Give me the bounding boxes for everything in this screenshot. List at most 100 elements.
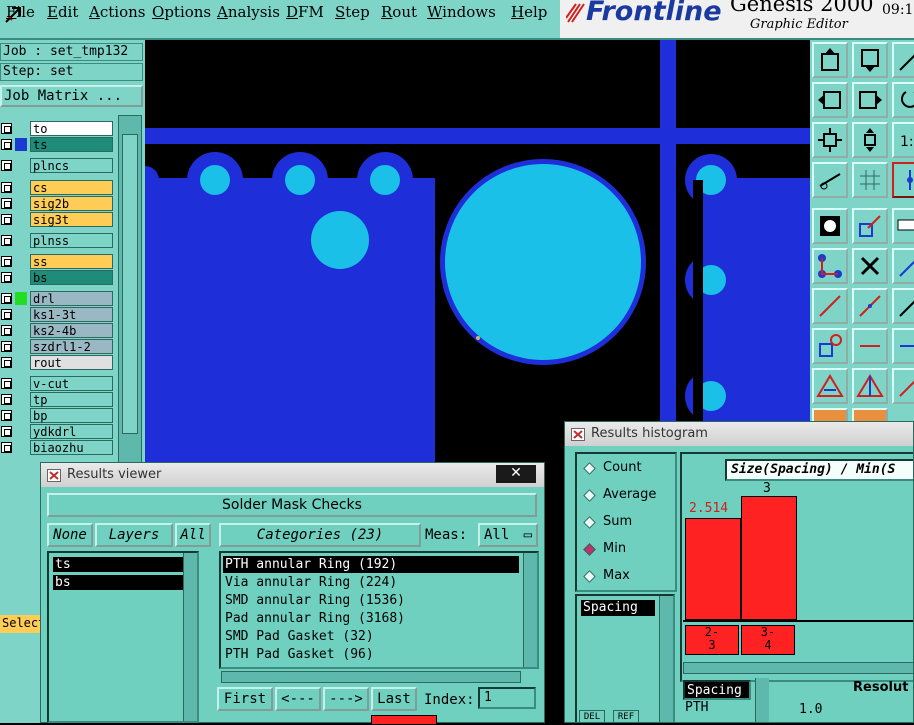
layer-checkbox[interactable] — [1, 394, 12, 405]
layer-row[interactable]: ts — [0, 137, 115, 152]
categories-scrollbar[interactable] — [523, 553, 537, 667]
layer-checkbox[interactable] — [1, 256, 12, 267]
layer-row[interactable]: szdrl1-2 — [0, 339, 115, 354]
layer-name[interactable]: cs — [30, 180, 113, 195]
measure-scrollbar[interactable] — [659, 596, 673, 722]
layer-checkbox[interactable] — [1, 309, 12, 320]
radio-average[interactable]: Average — [583, 485, 656, 505]
layer-name[interactable]: v-cut — [30, 376, 113, 391]
move-tool-button[interactable] — [892, 328, 914, 364]
prev-button[interactable]: <--- — [275, 687, 321, 711]
bottom-scrollbar[interactable] — [755, 678, 769, 722]
layer-name[interactable]: biaozhu — [30, 440, 113, 455]
first-button[interactable]: First — [217, 687, 273, 711]
layer-row[interactable]: sig2b — [0, 196, 115, 211]
menu-help[interactable]: Help — [511, 3, 547, 21]
layer-name[interactable]: bp — [30, 408, 113, 423]
layer-row[interactable]: ks1-3t — [0, 307, 115, 322]
list-item[interactable]: bs — [53, 575, 193, 590]
scrollbar-thumb[interactable] — [122, 134, 138, 434]
measure-button[interactable] — [812, 162, 848, 198]
layer-checkbox[interactable] — [1, 293, 12, 304]
split-line-button[interactable] — [852, 328, 888, 364]
slope-tool-button[interactable] — [892, 368, 914, 404]
layer-checkbox[interactable] — [1, 139, 12, 150]
layers-button[interactable]: Layers — [95, 523, 173, 547]
layer-name[interactable]: plnss — [30, 233, 113, 248]
layers-listbox[interactable]: ts bs — [47, 551, 199, 723]
layer-row[interactable]: ks2-4b — [0, 323, 115, 338]
layer-name[interactable]: ks1-3t — [30, 307, 113, 322]
layer-checkbox[interactable] — [1, 341, 12, 352]
bottom-measure-item[interactable]: Spacing — [683, 680, 751, 700]
menu-dfm[interactable]: DFM — [286, 3, 324, 21]
layer-row[interactable]: ydkdrl — [0, 424, 115, 439]
layer-checkbox[interactable] — [1, 198, 12, 209]
menu-analysis[interactable]: Analysis — [217, 3, 280, 21]
layer-row[interactable]: biaozhu — [0, 440, 115, 455]
layer-row[interactable]: plnss — [0, 233, 115, 248]
layer-name[interactable]: drl — [30, 291, 113, 306]
ref-button[interactable]: REF — [613, 710, 639, 722]
layer-row[interactable]: drl — [0, 291, 115, 306]
list-item[interactable]: PTH Pad Gasket (96) — [223, 646, 519, 663]
menu-step[interactable]: Step — [335, 3, 370, 21]
histogram-hscrollbar[interactable] — [683, 662, 913, 674]
layer-name[interactable]: ydkdrl — [30, 424, 113, 439]
layer-row[interactable]: tp — [0, 392, 115, 407]
layer-checkbox[interactable] — [1, 357, 12, 368]
radio-count[interactable]: Count — [583, 458, 642, 478]
layer-checkbox[interactable] — [1, 182, 12, 193]
layer-checkbox[interactable] — [1, 410, 12, 421]
select-area-button[interactable] — [852, 208, 888, 244]
layer-checkbox[interactable] — [1, 235, 12, 246]
list-item[interactable]: Spacing — [581, 600, 655, 616]
layer-row[interactable]: bp — [0, 408, 115, 423]
add-pad-button[interactable] — [812, 328, 848, 364]
zoom-in-button[interactable] — [852, 122, 888, 158]
layer-name[interactable]: sig2b — [30, 196, 113, 211]
layer-row[interactable]: v-cut — [0, 376, 115, 391]
last-button[interactable]: Last — [371, 687, 417, 711]
layer-checkbox[interactable] — [1, 160, 12, 171]
delete-tool-button[interactable] — [852, 248, 888, 284]
zoom-button[interactable] — [892, 42, 914, 78]
results-histogram-titlebar[interactable]: Results histogram — [565, 422, 913, 446]
layer-checkbox[interactable] — [1, 214, 12, 225]
layers-scrollbar[interactable] — [183, 553, 197, 721]
zoom-fit-button[interactable] — [812, 122, 848, 158]
close-button[interactable]: ✕ — [496, 465, 536, 483]
pan-right-button[interactable] — [852, 82, 888, 118]
layer-name[interactable]: szdrl1-2 — [30, 339, 113, 354]
categories-listbox[interactable]: PTH annular Ring (192) Via annular Ring … — [219, 551, 539, 669]
redraw-button[interactable] — [892, 82, 914, 118]
layer-name[interactable]: bs — [30, 270, 113, 285]
draw-line-button[interactable] — [812, 288, 848, 324]
layer-row[interactable]: plncs — [0, 158, 115, 173]
results-viewer-titlebar[interactable]: Results viewer ✕ — [41, 463, 544, 487]
job-matrix-button[interactable]: Job Matrix ... — [0, 85, 143, 107]
categories-button[interactable]: Categories (23) — [219, 523, 421, 547]
angle-tool-button[interactable] — [852, 368, 888, 404]
layer-checkbox[interactable] — [1, 442, 12, 453]
layer-name[interactable]: rout — [30, 355, 113, 370]
layer-checkbox[interactable] — [1, 325, 12, 336]
layer-row[interactable]: ss — [0, 254, 115, 269]
categories-hscrollbar[interactable] — [221, 671, 521, 683]
list-item[interactable]: SMD annular Ring (1536) — [223, 592, 519, 609]
menu-windows[interactable]: Windows — [427, 3, 496, 21]
layer-name[interactable]: sig3t — [30, 212, 113, 227]
list-item[interactable]: PTH annular Ring (192) — [223, 556, 519, 573]
measure-listbox[interactable]: Spacing — [575, 594, 675, 722]
pad-tool-button[interactable] — [812, 208, 848, 244]
layer-name[interactable]: ts — [30, 137, 113, 152]
del-button[interactable]: DEL — [579, 710, 605, 722]
zoom-ratio-button[interactable]: 1: — [892, 122, 914, 158]
pan-left-button[interactable] — [812, 82, 848, 118]
list-item[interactable]: ts — [53, 557, 193, 572]
draw-segment-button[interactable] — [852, 288, 888, 324]
layer-row[interactable]: to — [0, 121, 115, 136]
menu-options[interactable]: Options — [152, 3, 211, 21]
arc-tool-button[interactable] — [892, 288, 914, 324]
list-item[interactable]: Pad annular Ring (3168) — [223, 610, 519, 627]
